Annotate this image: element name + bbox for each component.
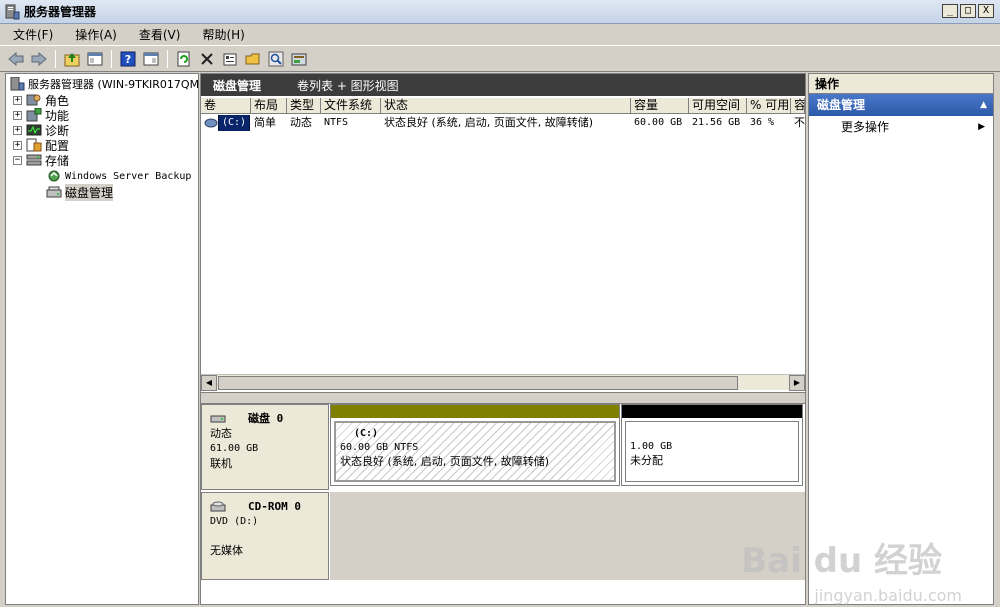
- maximize-button[interactable]: □: [960, 4, 976, 18]
- disk-map: 磁盘 0 动态 61.00 GB 联机 (C:) 60.00 GB NTFS 状…: [201, 404, 805, 604]
- help-icon[interactable]: ?: [118, 49, 138, 69]
- svg-text:?: ?: [125, 53, 131, 66]
- menu-bar: 文件(F) 操作(A) 查看(V) 帮助(H): [0, 24, 1000, 46]
- expand-icon[interactable]: +: [13, 95, 22, 105]
- delete-icon[interactable]: [197, 49, 217, 69]
- cdrom-icon: [210, 501, 226, 511]
- partition-c[interactable]: (C:) 60.00 GB NTFS 状态良好 (系统, 启动, 页面文件, 故…: [330, 404, 620, 486]
- menu-view[interactable]: 查看(V): [126, 26, 190, 43]
- expand-icon[interactable]: +: [13, 125, 22, 135]
- actions-section-disk-management[interactable]: 磁盘管理 ▲: [809, 94, 993, 116]
- tree-item-disk-management[interactable]: 磁盘管理: [46, 183, 114, 201]
- submenu-arrow-icon: ▶: [978, 122, 985, 132]
- back-icon[interactable]: [6, 49, 26, 69]
- refresh-icon[interactable]: [174, 49, 194, 69]
- toolbar-separator: [167, 49, 168, 68]
- disk-icon: [210, 415, 226, 422]
- show-hide-action-icon[interactable]: [141, 49, 161, 69]
- backup-icon: [48, 170, 60, 182]
- tree-root-label: 服务器管理器 (WIN-9TKIR017QM: [28, 78, 199, 91]
- actions-header: 操作: [809, 74, 993, 94]
- tree-item-storage[interactable]: − 存储: [13, 152, 69, 168]
- partition-unallocated-bar: [622, 405, 802, 418]
- view-subtitle: 卷列表 + 图形视图: [297, 78, 399, 93]
- server-manager-icon: [5, 4, 20, 19]
- toolbar-separator: [111, 49, 112, 68]
- cdrom-0-label[interactable]: CD-ROM 0 DVD (D:) 无媒体: [201, 492, 329, 580]
- column-status[interactable]: 状态: [381, 98, 631, 114]
- configuration-icon: [26, 138, 42, 152]
- actions-pane: 操作 磁盘管理 ▲ 更多操作 ▶: [808, 73, 994, 605]
- up-icon[interactable]: [62, 49, 82, 69]
- partition-c-bar: [331, 405, 619, 418]
- horizontal-scrollbar[interactable]: ◀ ▶: [201, 374, 805, 391]
- server-icon: [10, 77, 25, 91]
- column-fault-tolerance[interactable]: 容: [791, 98, 805, 114]
- scroll-right-icon[interactable]: ▶: [789, 375, 805, 391]
- column-type[interactable]: 类型: [287, 98, 321, 114]
- title-bar: 服务器管理器 _ □ X: [0, 0, 1000, 24]
- column-layout[interactable]: 布局: [251, 98, 287, 114]
- storage-icon: [26, 154, 42, 166]
- disk-0-partitions: (C:) 60.00 GB NTFS 状态良好 (系统, 启动, 页面文件, 故…: [330, 404, 805, 490]
- toolbar: ?: [0, 46, 1000, 72]
- scroll-thumb[interactable]: [218, 376, 738, 390]
- center-pane: 磁盘管理 卷列表 + 图形视图 卷 布局 类型 文件系统 状态 容量 可用空间 …: [200, 73, 806, 605]
- forward-icon[interactable]: [29, 49, 49, 69]
- tree-root[interactable]: 服务器管理器 (WIN-9TKIR017QM: [9, 76, 199, 92]
- volume-list-header: 卷 布局 类型 文件系统 状态 容量 可用空间 % 可用 容: [201, 98, 805, 114]
- more-actions-item[interactable]: 更多操作 ▶: [809, 116, 993, 138]
- menu-file[interactable]: 文件(F): [0, 26, 62, 43]
- column-free-space[interactable]: 可用空间: [689, 98, 747, 114]
- scroll-left-icon[interactable]: ◀: [201, 375, 217, 391]
- roles-icon: [26, 94, 41, 106]
- disk-0-label[interactable]: 磁盘 0 动态 61.00 GB 联机: [201, 404, 329, 490]
- expand-icon[interactable]: +: [13, 110, 22, 120]
- menu-help[interactable]: 帮助(H): [189, 26, 253, 43]
- window-title: 服务器管理器: [24, 5, 97, 19]
- volume-name: (C:): [218, 115, 251, 131]
- watermark-url: jingyan.baidu.com: [814, 586, 962, 605]
- show-hide-tree-icon[interactable]: [85, 49, 105, 69]
- tree-item-windows-server-backup[interactable]: Windows Server Backup: [46, 168, 191, 184]
- partition-c-label: (C:): [354, 428, 379, 439]
- volume-icon: [204, 118, 218, 128]
- cdrom-0-area: [330, 492, 805, 580]
- properties-icon[interactable]: [220, 49, 240, 69]
- collapse-caret-icon[interactable]: ▲: [980, 94, 987, 116]
- toolbar-separator: [55, 49, 56, 68]
- expand-icon[interactable]: +: [13, 140, 22, 150]
- center-header: 磁盘管理 卷列表 + 图形视图: [201, 74, 805, 96]
- close-button[interactable]: X: [978, 4, 994, 18]
- export-icon[interactable]: [289, 49, 309, 69]
- pane-splitter[interactable]: [201, 392, 805, 404]
- watermark-logo: Bai du 经验: [741, 541, 942, 581]
- search-icon[interactable]: [266, 49, 286, 69]
- open-icon[interactable]: [243, 49, 263, 69]
- collapse-icon[interactable]: −: [13, 155, 22, 165]
- disk-management-icon: [46, 186, 62, 198]
- table-row[interactable]: (C:) 简单 动态 NTFS 状态良好 (系统, 启动, 页面文件, 故障转储…: [201, 115, 805, 131]
- column-volume[interactable]: 卷: [201, 98, 251, 114]
- features-icon: [26, 108, 42, 122]
- column-filesystem[interactable]: 文件系统: [321, 98, 381, 114]
- partition-unallocated[interactable]: 1.00 GB 未分配: [621, 404, 803, 486]
- navigation-tree: 服务器管理器 (WIN-9TKIR017QM + 角色 + 功能 + 诊断 + …: [5, 73, 199, 605]
- diagnostics-icon: [26, 124, 42, 136]
- minimize-button[interactable]: _: [942, 4, 958, 18]
- column-capacity[interactable]: 容量: [631, 98, 689, 114]
- menu-action[interactable]: 操作(A): [62, 26, 126, 43]
- page-title: 磁盘管理: [213, 78, 262, 93]
- column-percent-free[interactable]: % 可用: [747, 98, 791, 114]
